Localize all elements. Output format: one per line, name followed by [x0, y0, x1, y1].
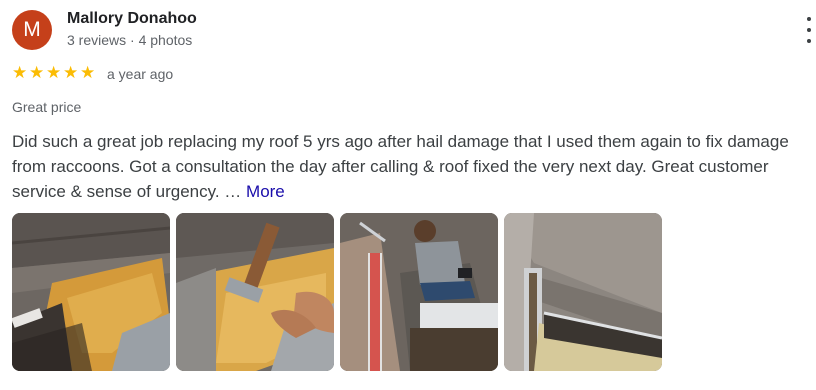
- more-link[interactable]: More: [246, 182, 285, 201]
- review-text: Did such a great job replacing my roof 5…: [12, 129, 812, 204]
- star-rating: ★ ★ ★ ★ ★: [12, 63, 97, 83]
- review-tag: Great price: [12, 99, 82, 115]
- roof-photo-image: [176, 213, 334, 371]
- review-photo[interactable]: [176, 213, 334, 371]
- review-photos: [12, 213, 662, 371]
- review-body: Did such a great job replacing my roof 5…: [12, 132, 789, 201]
- reviewer-meta: 3 reviews · 4 photos: [67, 32, 193, 48]
- roof-photo-image: [504, 213, 662, 371]
- star-icon: ★: [80, 63, 96, 82]
- star-icon: ★: [46, 63, 62, 82]
- avatar[interactable]: M: [12, 10, 52, 50]
- review-photo[interactable]: [340, 213, 498, 371]
- star-icon: ★: [12, 63, 28, 82]
- review-photo[interactable]: [504, 213, 662, 371]
- roof-photo-image: [12, 213, 170, 371]
- more-vert-icon[interactable]: [800, 17, 816, 43]
- reviewer-name[interactable]: Mallory Donahoo: [67, 10, 197, 28]
- menu-dot: [807, 39, 811, 43]
- roof-photo-image: [340, 213, 498, 371]
- menu-dot: [807, 28, 811, 32]
- review-photo[interactable]: [12, 213, 170, 371]
- review-date: a year ago: [107, 66, 174, 82]
- star-icon: ★: [63, 63, 79, 82]
- menu-dot: [807, 17, 811, 21]
- star-icon: ★: [29, 63, 45, 82]
